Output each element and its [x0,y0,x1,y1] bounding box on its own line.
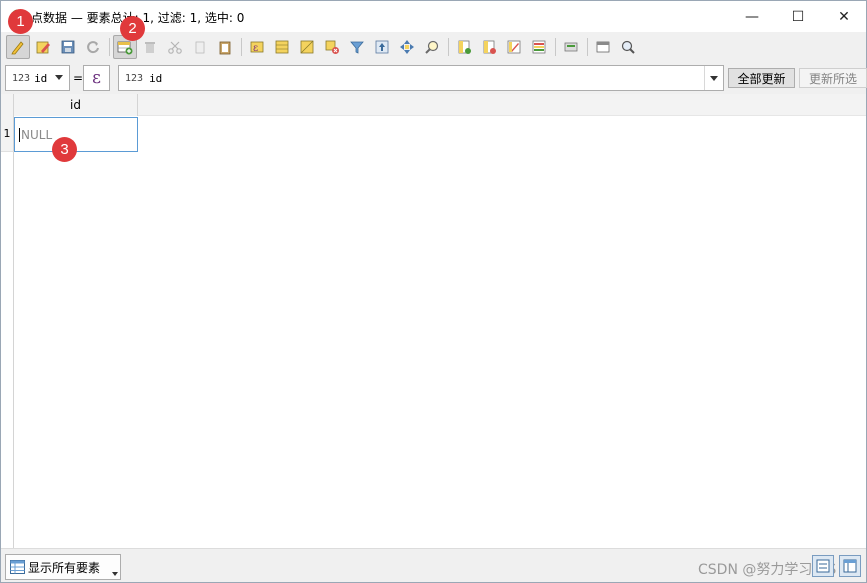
field-update-bar: 123 id = ε 123 id 全部更新 更新所选 [1,62,867,94]
field-select[interactable]: 123 id [5,65,70,91]
form-view-button[interactable] [812,555,834,577]
minimize-button[interactable]: — [729,1,775,32]
save-edits-button[interactable] [56,35,80,59]
paste-button[interactable] [213,35,237,59]
dock-icon [596,41,610,53]
pan-to-selected-button[interactable] [395,35,419,59]
chevron-down-icon [112,572,118,576]
expression-value: id [149,71,163,85]
new-field-button[interactable] [452,35,476,59]
paste-icon [219,41,231,55]
select-expression-button[interactable]: ε [245,35,269,59]
maximize-icon: ☐ [791,8,805,25]
save-edits-icon [61,40,75,54]
zoom-to-selected-icon [425,40,439,54]
column-header-id[interactable]: id [14,94,138,116]
expression-dropdown[interactable] [704,66,723,90]
toolbar-separator [448,38,449,56]
field-calculator-icon [507,40,521,54]
conditional-formatting-button[interactable] [527,35,551,59]
zoom-map-icon [621,40,635,54]
delete-field-icon [483,40,496,54]
chevron-down-icon [710,76,718,81]
text-cursor [19,127,20,142]
update-selected-button[interactable]: 更新所选 [799,68,867,88]
attribute-table-window: 点数据 — 要素总计: 1, 过滤: 1, 选中: 0 — ☐ ✕ ε 123 … [0,0,867,583]
invert-selection-icon [300,40,314,54]
form-view-icon [816,559,830,573]
field-calculator-button[interactable] [502,35,526,59]
annotation-marker-1: 1 [8,9,33,34]
show-all-features-button[interactable]: 显示所有要素 [5,554,121,580]
move-selection-top-icon [375,40,389,54]
epsilon-icon: ε [92,68,101,88]
actions-button[interactable] [559,35,583,59]
close-icon: ✕ [838,8,850,25]
table-icon [10,560,25,574]
delete-field-button[interactable] [477,35,501,59]
expression-type-label: 123 [125,72,144,84]
attribute-table: id 1 NULL [1,94,866,548]
update-all-button[interactable]: 全部更新 [728,68,795,88]
toolbar-separator [555,38,556,56]
select-all-icon [275,40,289,54]
filter-icon [350,41,364,54]
toggle-editing-button[interactable] [6,35,30,59]
show-all-label: 显示所有要素 [28,560,101,575]
multi-edit-icon [36,41,50,54]
equals-label: = [73,71,84,85]
svg-text:ε: ε [253,43,258,54]
expression-builder-button[interactable]: ε [83,65,110,91]
copy-button[interactable] [188,35,212,59]
table-view-icon [843,559,857,573]
chevron-down-icon [55,75,63,80]
deselect-all-button[interactable] [320,35,344,59]
delete-feature-icon [145,42,155,53]
table-corner[interactable] [1,94,14,116]
new-field-icon [458,40,471,54]
toolbar-separator [109,38,110,56]
copy-icon [195,41,205,54]
toolbar-separator [241,38,242,56]
zoom-map-button[interactable] [616,35,640,59]
expression-input[interactable]: 123 id [118,65,724,91]
toolbar-separator [587,38,588,56]
annotation-marker-2: 2 [120,16,145,41]
field-type-label: 123 [12,72,31,84]
annotation-marker-3: 3 [52,137,77,162]
filter-button[interactable] [345,35,369,59]
toggle-editing-icon [11,41,24,55]
actions-icon [564,42,578,52]
select-expression-icon: ε [250,41,264,54]
row-header[interactable]: 1 [1,116,14,152]
minimize-icon: — [745,8,759,25]
cell-value: NULL [21,127,53,142]
add-feature-icon [117,41,133,55]
invert-selection-button[interactable] [295,35,319,59]
status-bar: 显示所有要素 CSDN @努力学习GIS [1,548,866,582]
delete-feature-button[interactable] [138,35,162,59]
cut-button[interactable] [163,35,187,59]
zoom-to-selected-button[interactable] [420,35,444,59]
close-button[interactable]: ✕ [821,1,867,32]
move-selection-top-button[interactable] [370,35,394,59]
table-view-button[interactable] [839,555,861,577]
maximize-button[interactable]: ☐ [775,1,821,32]
select-all-button[interactable] [270,35,294,59]
reload-icon [87,41,99,54]
reload-button[interactable] [81,35,105,59]
cut-icon [168,41,182,54]
conditional-formatting-icon [532,40,546,54]
dock-button[interactable] [591,35,615,59]
row-header-gutter [1,152,14,548]
pan-to-selected-icon [400,40,414,54]
deselect-all-icon [325,40,339,54]
field-name-label: id [34,71,48,85]
multi-edit-button[interactable] [31,35,55,59]
